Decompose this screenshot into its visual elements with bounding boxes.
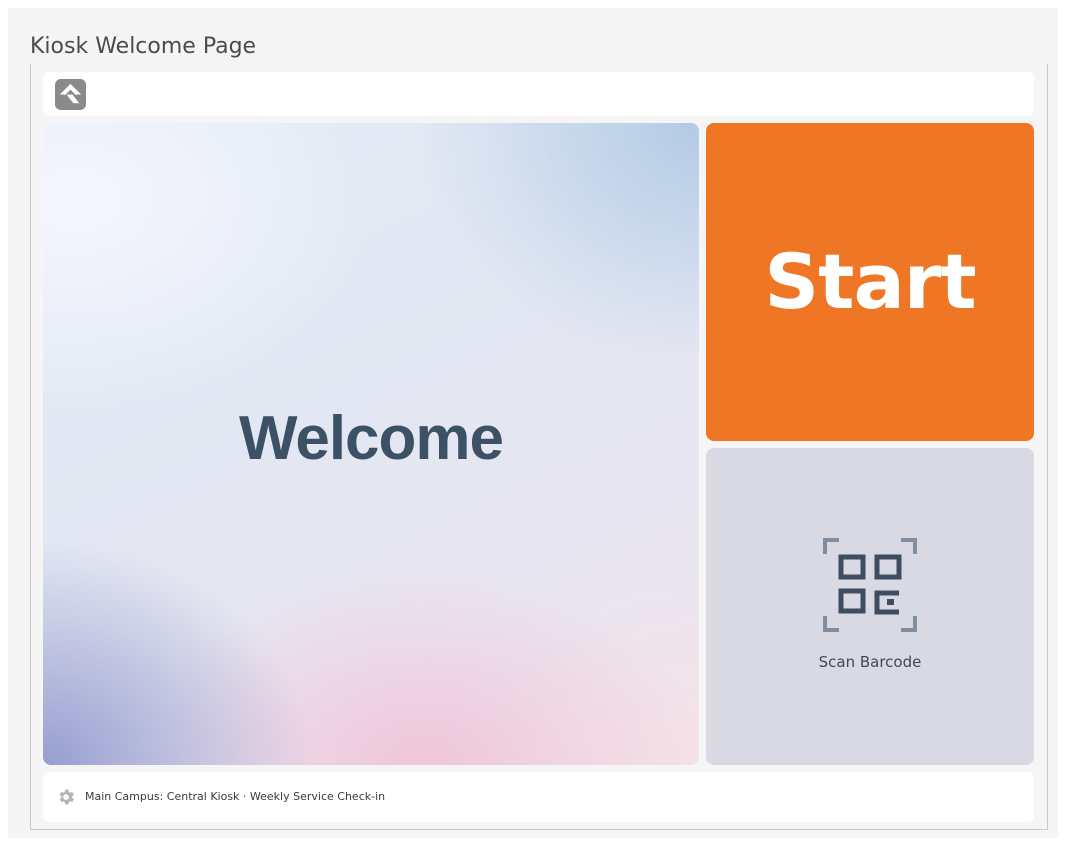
qr-scan-icon: [823, 538, 917, 632]
kiosk-header-bar: [43, 72, 1034, 116]
kiosk-footer-bar: Main Campus: Central Kiosk · Weekly Serv…: [43, 772, 1034, 822]
rock-logo-icon: [55, 79, 86, 110]
start-button-label: Start: [764, 237, 976, 326]
scan-barcode-label: Scan Barcode: [818, 653, 922, 671]
scan-barcode-button[interactable]: Scan Barcode: [706, 448, 1034, 765]
gear-icon[interactable]: [56, 787, 76, 807]
welcome-panel: Welcome: [43, 123, 699, 765]
start-button[interactable]: Start: [706, 123, 1034, 441]
kiosk-status-text: Main Campus: Central Kiosk · Weekly Serv…: [85, 790, 386, 803]
welcome-heading: Welcome: [238, 404, 504, 473]
page-title: Kiosk Welcome Page: [30, 34, 257, 59]
